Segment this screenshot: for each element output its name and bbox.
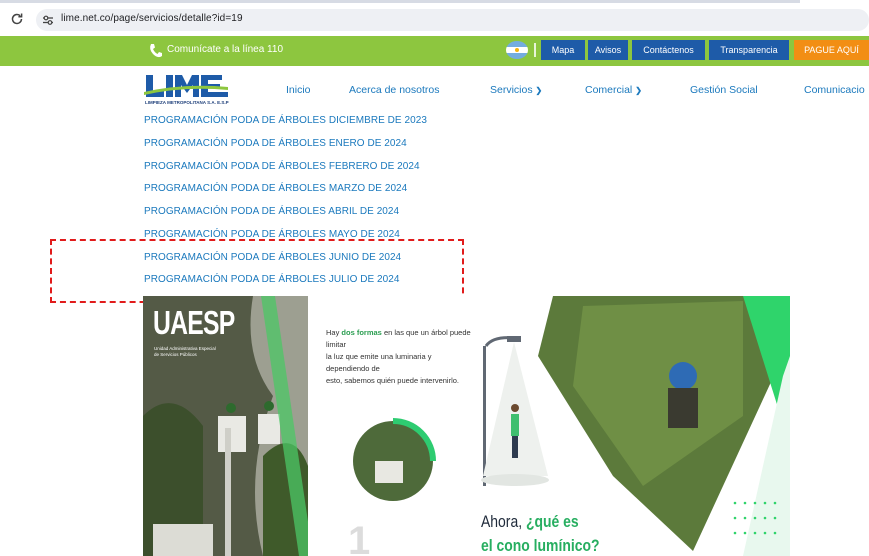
dropdown-item[interactable]: PROGRAMACIÓN PODA DE ÁRBOLES FEBRERO DE … bbox=[144, 161, 420, 172]
contactenos-button[interactable]: Contáctenos bbox=[632, 40, 705, 60]
info-ahora: Ahora, bbox=[481, 512, 526, 531]
argentina-flag-icon[interactable] bbox=[506, 41, 528, 59]
nav-comercial-label: Comercial bbox=[585, 84, 633, 96]
nav-acerca[interactable]: Acerca de nosotros bbox=[349, 84, 439, 96]
info-paragraph: Hay dos formas en las que un árbol puede… bbox=[326, 327, 476, 387]
infographic-image: 1 UAESP Unidad Administrativa Especial d… bbox=[143, 296, 790, 556]
highlight-annotation-box bbox=[50, 239, 464, 303]
phone-line-text[interactable]: Comunícate a la línea 110 bbox=[167, 44, 283, 55]
browser-toolbar: lime.net.co/page/servicios/detalle?id=19 bbox=[0, 0, 869, 36]
svg-text:1: 1 bbox=[348, 519, 370, 556]
nav-servicios[interactable]: Servicios ❯ bbox=[490, 84, 542, 96]
info-heading-line2: el cono lumínico? bbox=[481, 536, 600, 555]
info-para-line1: Hay dos formas en las que un árbol puede… bbox=[326, 327, 476, 351]
dropdown-item[interactable]: PROGRAMACIÓN PODA DE ÁRBOLES ABRIL DE 20… bbox=[144, 206, 399, 217]
separator bbox=[534, 43, 536, 57]
pague-aqui-button[interactable]: PAGUE AQUÍ bbox=[794, 40, 869, 60]
chevron-down-icon: ❯ bbox=[635, 86, 642, 95]
site-settings-icon[interactable] bbox=[42, 14, 54, 26]
nav-inicio[interactable]: Inicio bbox=[286, 84, 311, 96]
uaesp-logo-text: UAESP bbox=[153, 304, 235, 341]
info-para-em: dos formas bbox=[341, 328, 382, 337]
logo-tagline: LIMPIEZA METROPOLITANA S.A. E.S.P bbox=[145, 100, 229, 105]
info-para-line2: la luz que emite una luminaria y dependi… bbox=[326, 352, 432, 373]
uaesp-subtitle-line2: de Servicios Públicos bbox=[154, 352, 197, 357]
reload-icon[interactable] bbox=[10, 12, 24, 26]
nav-comunicaciones[interactable]: Comunicacio bbox=[804, 84, 865, 96]
info-que-es: ¿qué es bbox=[525, 512, 579, 531]
dropdown-item[interactable]: PROGRAMACIÓN PODA DE ÁRBOLES DICIEMBRE D… bbox=[144, 115, 427, 126]
chevron-down-icon: ❯ bbox=[535, 86, 543, 95]
info-heading-line1: Ahora, ¿qué es bbox=[481, 512, 579, 532]
mapa-button[interactable]: Mapa bbox=[541, 40, 585, 60]
nav-gestion-social[interactable]: Gestión Social bbox=[690, 84, 758, 96]
nav-comercial[interactable]: Comercial ❯ bbox=[585, 84, 642, 96]
url-text[interactable]: lime.net.co/page/servicios/detalle?id=19 bbox=[61, 13, 243, 24]
lime-logo[interactable]: LIMPIEZA METROPOLITANA S.A. E.S.P bbox=[144, 73, 230, 107]
phone-icon bbox=[150, 44, 162, 58]
transparencia-button[interactable]: Transparencia bbox=[709, 40, 789, 60]
info-para-line3: esto, sabemos quién puede intervenirlo. bbox=[326, 376, 460, 385]
info-para-pre: Hay bbox=[326, 328, 342, 337]
dropdown-item[interactable]: PROGRAMACIÓN PODA DE ÁRBOLES ENERO DE 20… bbox=[144, 138, 407, 149]
uaesp-subtitle: Unidad Administrativa Especial de Servic… bbox=[154, 346, 216, 358]
dropdown-item[interactable]: PROGRAMACIÓN PODA DE ÁRBOLES MARZO DE 20… bbox=[144, 183, 407, 194]
avisos-button[interactable]: Avisos bbox=[588, 40, 628, 60]
nav-servicios-label: Servicios bbox=[490, 84, 533, 96]
tab-strip-edge bbox=[0, 0, 800, 3]
